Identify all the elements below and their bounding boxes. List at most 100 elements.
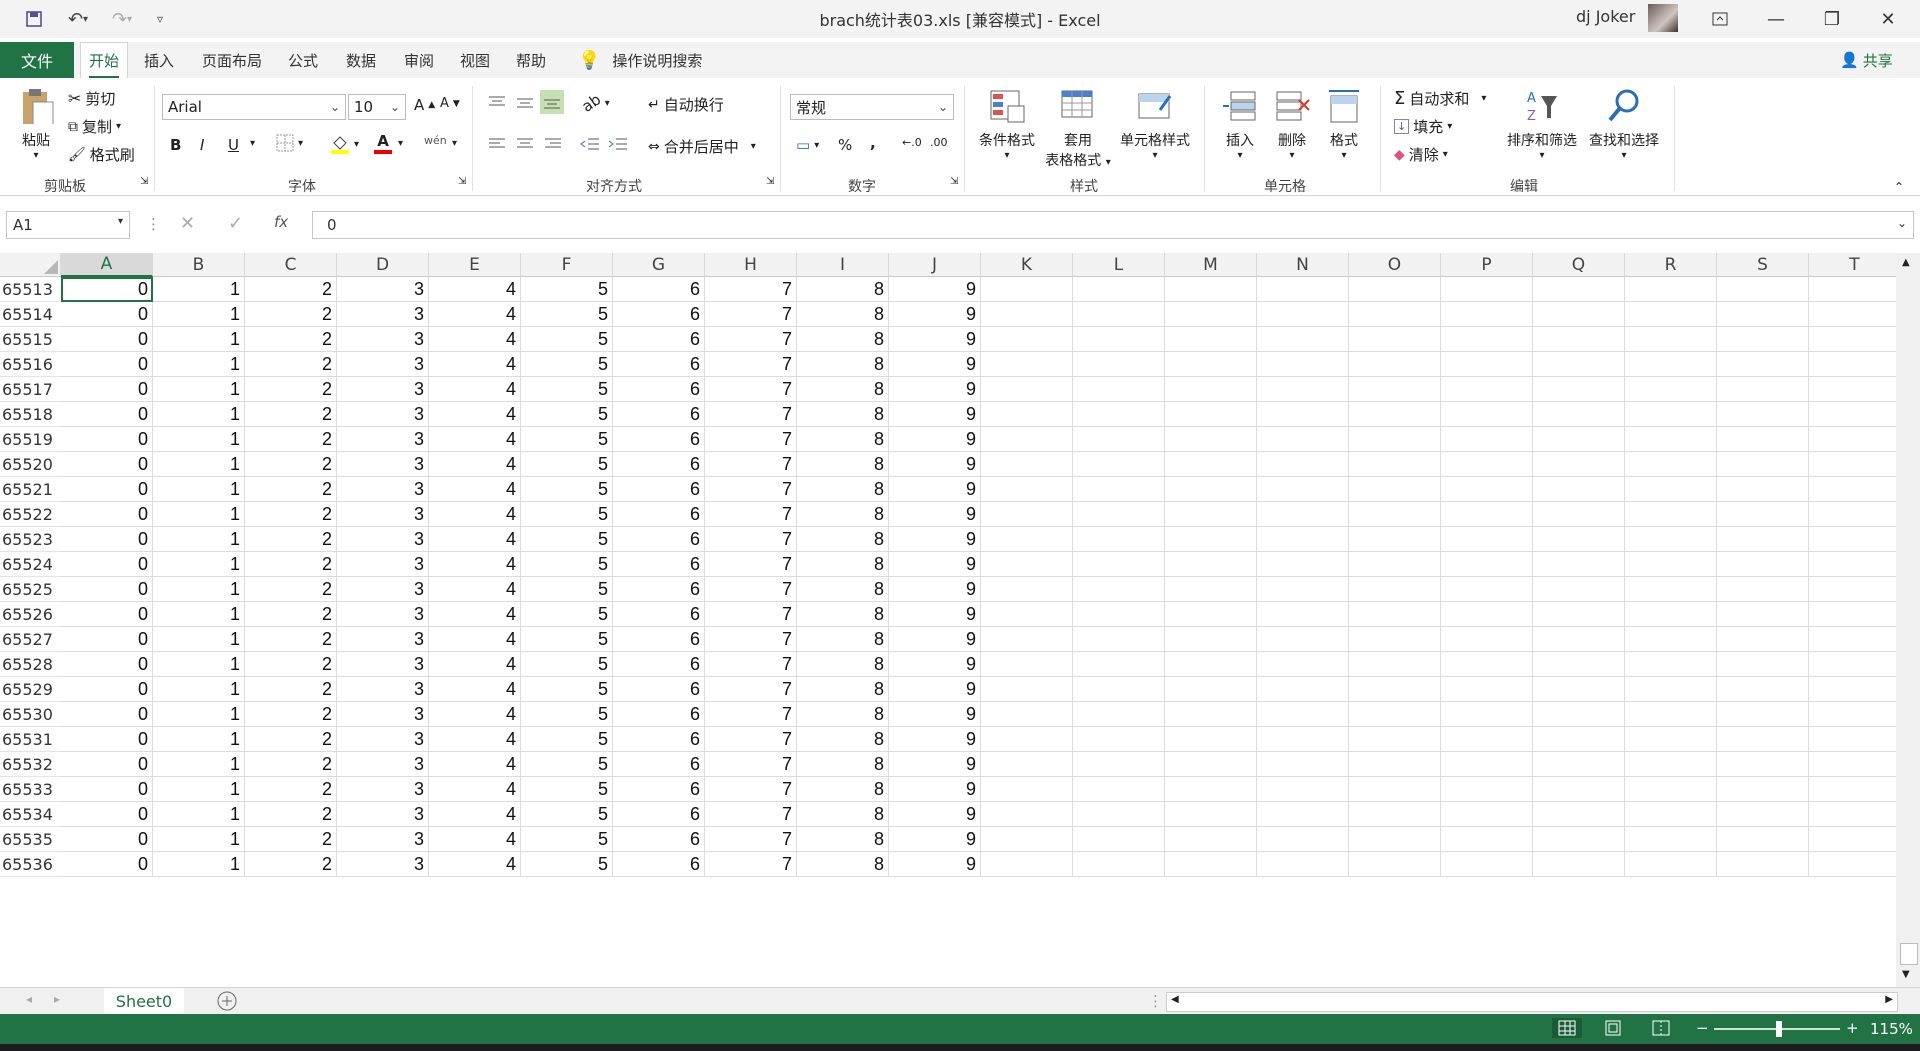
cell-p[interactable] xyxy=(1441,502,1533,527)
tab-view[interactable]: 视图 xyxy=(460,42,490,78)
cell-h[interactable]: 7 xyxy=(705,677,797,702)
cell-c[interactable]: 2 xyxy=(245,552,337,577)
cell-o[interactable] xyxy=(1349,302,1441,327)
cell-l[interactable] xyxy=(1073,277,1165,302)
cell-r[interactable] xyxy=(1625,477,1717,502)
cell-i[interactable]: 8 xyxy=(797,827,889,852)
column-header-s[interactable]: S xyxy=(1717,253,1809,277)
cell-t[interactable] xyxy=(1809,777,1896,802)
cell-m[interactable] xyxy=(1165,627,1257,652)
cell-r[interactable] xyxy=(1625,427,1717,452)
cell-q[interactable] xyxy=(1533,827,1625,852)
clipboard-launcher-icon[interactable]: ⇲ xyxy=(140,176,148,187)
cell-r[interactable] xyxy=(1625,827,1717,852)
tab-home[interactable]: 开始 xyxy=(80,42,129,79)
cell-k[interactable] xyxy=(981,402,1073,427)
cell-t[interactable] xyxy=(1809,602,1896,627)
cancel-icon[interactable]: ✕ xyxy=(180,213,195,234)
cell-b[interactable]: 1 xyxy=(153,477,245,502)
cell-i[interactable]: 8 xyxy=(797,627,889,652)
cell-o[interactable] xyxy=(1349,377,1441,402)
cell-h[interactable]: 7 xyxy=(705,777,797,802)
cell-j[interactable]: 9 xyxy=(889,377,981,402)
cell-r[interactable] xyxy=(1625,502,1717,527)
cell-r[interactable] xyxy=(1625,552,1717,577)
cell-t[interactable] xyxy=(1809,652,1896,677)
cell-n[interactable] xyxy=(1257,552,1349,577)
cell-i[interactable]: 8 xyxy=(797,327,889,352)
cell-k[interactable] xyxy=(981,377,1073,402)
cell-l[interactable] xyxy=(1073,452,1165,477)
cell-h[interactable]: 7 xyxy=(705,302,797,327)
cell-f[interactable]: 5 xyxy=(521,577,613,602)
column-header-r[interactable]: R xyxy=(1625,253,1717,277)
column-header-e[interactable]: E xyxy=(429,253,521,277)
cell-e[interactable]: 4 xyxy=(429,677,521,702)
cell-e[interactable]: 4 xyxy=(429,802,521,827)
align-right-icon[interactable] xyxy=(544,136,562,152)
cell-m[interactable] xyxy=(1165,727,1257,752)
cell-i[interactable]: 8 xyxy=(797,527,889,552)
cell-f[interactable]: 5 xyxy=(521,527,613,552)
scroll-up-icon[interactable]: ▲ xyxy=(1902,257,1910,268)
cell-a[interactable]: 0 xyxy=(61,327,153,352)
cell-d[interactable]: 3 xyxy=(337,702,429,727)
cell-f[interactable]: 5 xyxy=(521,752,613,777)
cell-p[interactable] xyxy=(1441,527,1533,552)
minimize-icon[interactable]: — xyxy=(1748,0,1804,38)
cell-g[interactable]: 6 xyxy=(613,552,705,577)
cell-d[interactable]: 3 xyxy=(337,327,429,352)
zoom-slider-thumb[interactable] xyxy=(1776,1021,1782,1037)
cell-o[interactable] xyxy=(1349,477,1441,502)
clear-button[interactable]: ◆ 清除 ▾ xyxy=(1394,144,1448,165)
cell-b[interactable]: 1 xyxy=(153,577,245,602)
column-header-i[interactable]: I xyxy=(797,253,889,277)
cell-s[interactable] xyxy=(1717,602,1809,627)
cell-j[interactable]: 9 xyxy=(889,452,981,477)
column-header-t[interactable]: T xyxy=(1809,253,1896,277)
cell-k[interactable] xyxy=(981,727,1073,752)
cell-p[interactable] xyxy=(1441,602,1533,627)
tell-me-search[interactable]: 💡 操作说明搜索 xyxy=(578,42,702,78)
cell-h[interactable]: 7 xyxy=(705,752,797,777)
cell-b[interactable]: 1 xyxy=(153,552,245,577)
cell-n[interactable] xyxy=(1257,752,1349,777)
cell-b[interactable]: 1 xyxy=(153,327,245,352)
cell-d[interactable]: 3 xyxy=(337,527,429,552)
cell-e[interactable]: 4 xyxy=(429,427,521,452)
row-header[interactable]: 65526 xyxy=(0,602,61,627)
cell-j[interactable]: 9 xyxy=(889,752,981,777)
page-layout-view-icon[interactable] xyxy=(1604,1020,1622,1036)
close-icon[interactable]: ✕ xyxy=(1860,0,1916,38)
cell-d[interactable]: 3 xyxy=(337,427,429,452)
cell-m[interactable] xyxy=(1165,477,1257,502)
cell-q[interactable] xyxy=(1533,627,1625,652)
cell-q[interactable] xyxy=(1533,677,1625,702)
cell-l[interactable] xyxy=(1073,827,1165,852)
cell-i[interactable]: 8 xyxy=(797,652,889,677)
cell-e[interactable]: 4 xyxy=(429,827,521,852)
cell-g[interactable]: 6 xyxy=(613,652,705,677)
cell-h[interactable]: 7 xyxy=(705,352,797,377)
row-header[interactable]: 65519 xyxy=(0,427,61,452)
cell-h[interactable]: 7 xyxy=(705,477,797,502)
cell-i[interactable]: 8 xyxy=(797,852,889,877)
cell-h[interactable]: 7 xyxy=(705,377,797,402)
cell-e[interactable]: 4 xyxy=(429,577,521,602)
cell-b[interactable]: 1 xyxy=(153,852,245,877)
cell-g[interactable]: 6 xyxy=(613,527,705,552)
cell-c[interactable]: 2 xyxy=(245,402,337,427)
cell-a[interactable]: 0 xyxy=(61,752,153,777)
cell-s[interactable] xyxy=(1717,627,1809,652)
cell-c[interactable]: 2 xyxy=(245,827,337,852)
cell-a[interactable]: 0 xyxy=(61,777,153,802)
cell-q[interactable] xyxy=(1533,702,1625,727)
cell-s[interactable] xyxy=(1717,502,1809,527)
cell-q[interactable] xyxy=(1533,577,1625,602)
cell-g[interactable]: 6 xyxy=(613,277,705,302)
cell-i[interactable]: 8 xyxy=(797,377,889,402)
font-launcher-icon[interactable]: ⇲ xyxy=(458,176,466,187)
cell-styles-button[interactable]: 单元格样式 ▾ xyxy=(1116,88,1194,161)
cell-f[interactable]: 5 xyxy=(521,352,613,377)
cell-a[interactable]: 0 xyxy=(61,577,153,602)
